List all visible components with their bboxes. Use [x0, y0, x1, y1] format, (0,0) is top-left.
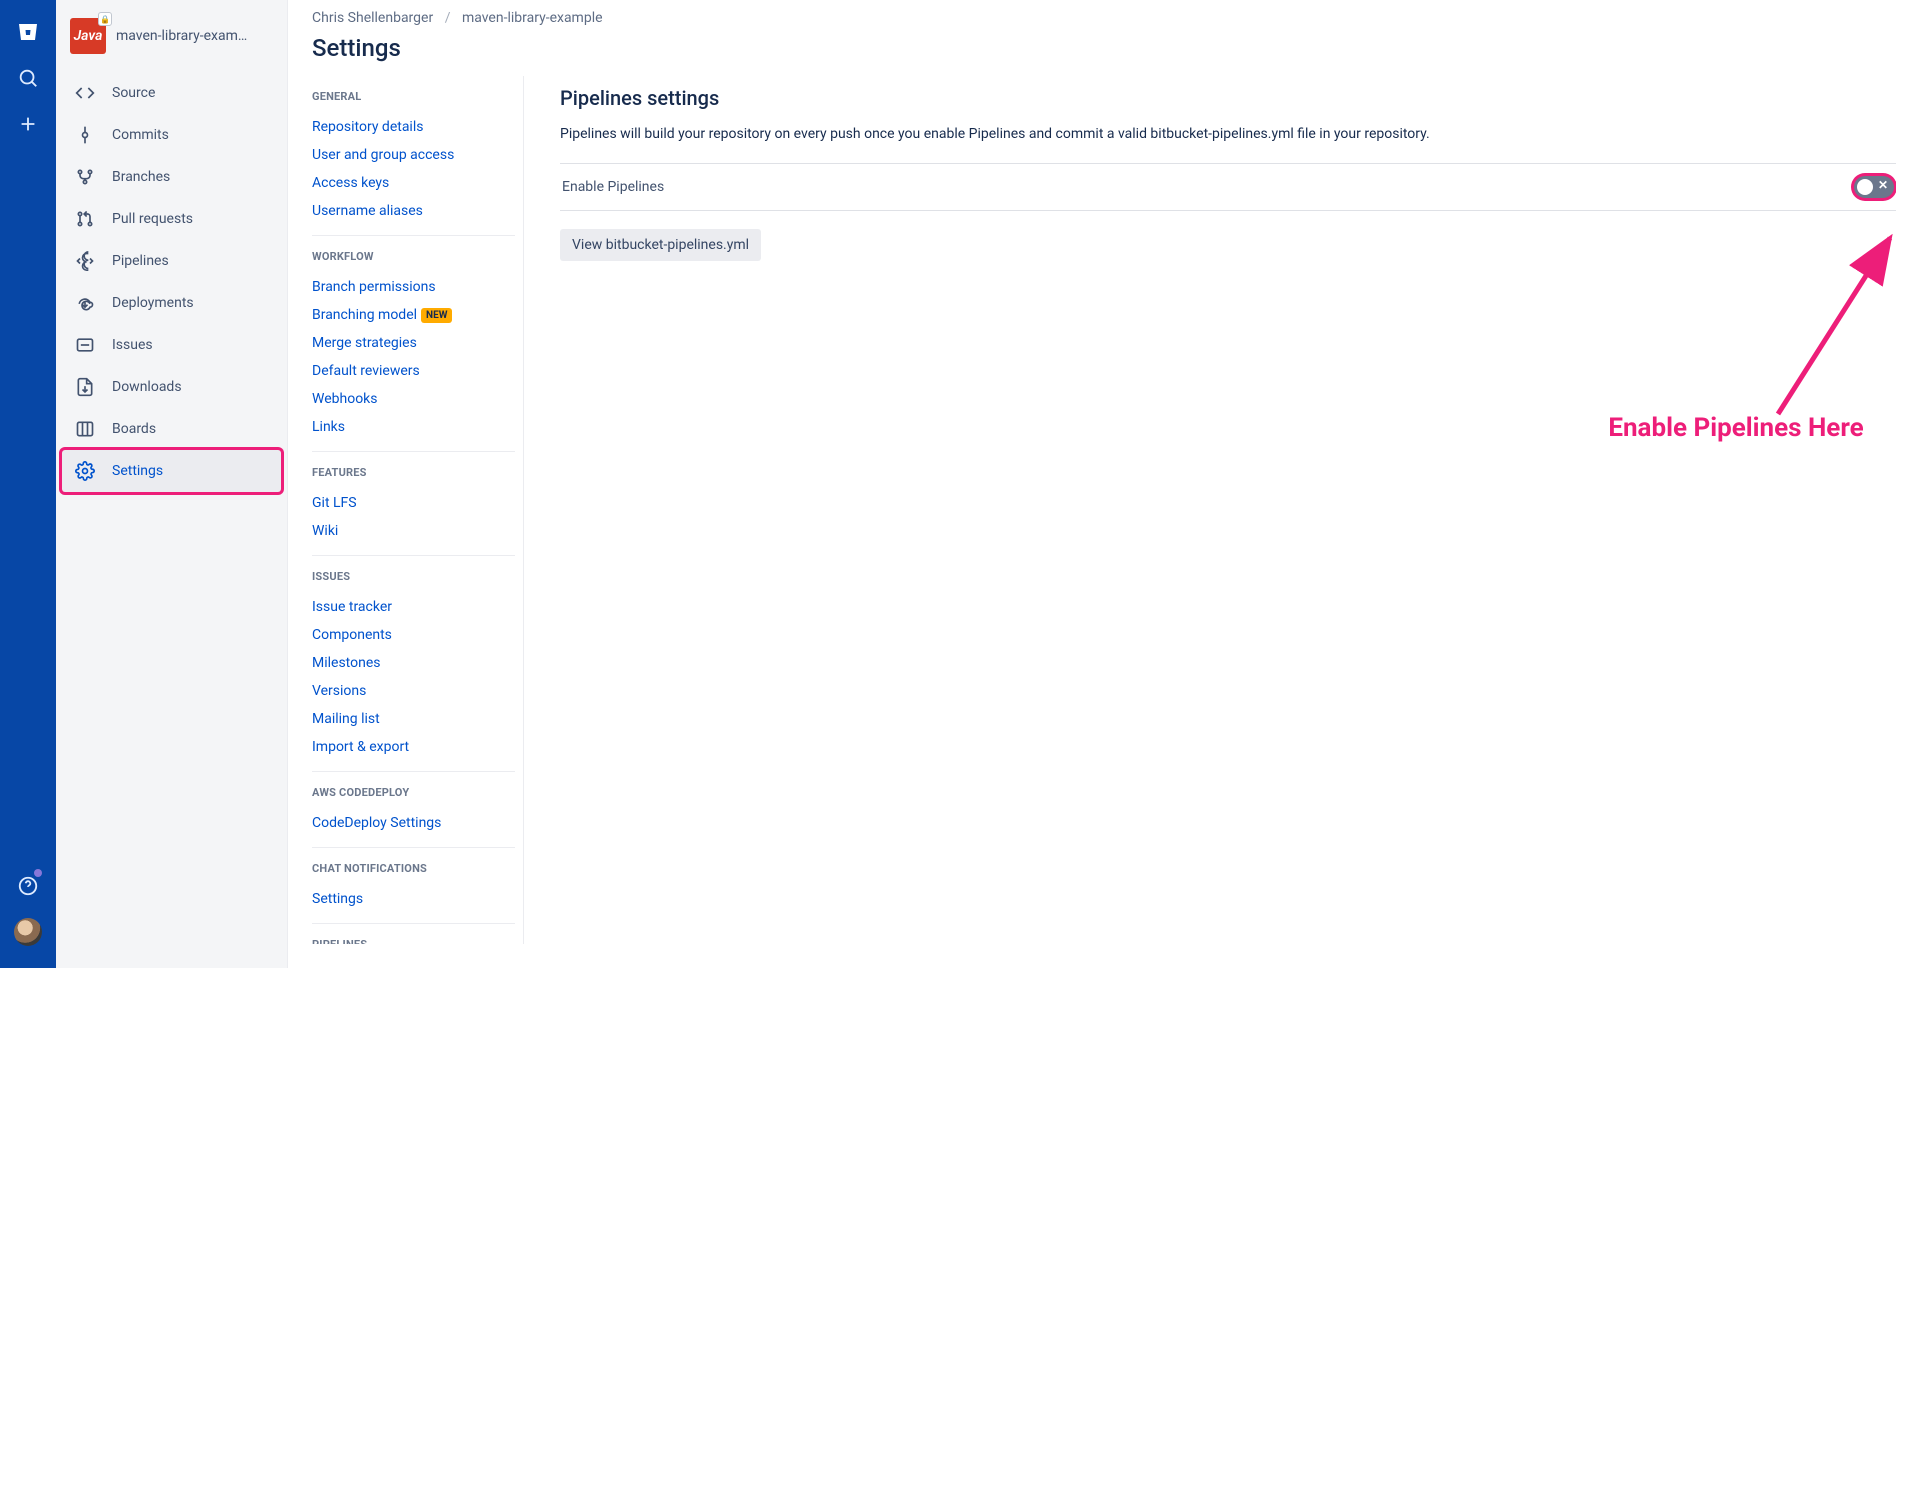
pipelines-icon: [74, 250, 96, 272]
content-heading: Pipelines settings: [560, 86, 1896, 110]
sidebar-item-label: Branches: [112, 169, 170, 185]
settings-link-branch-permissions[interactable]: Branch permissions: [312, 279, 436, 295]
toggle-off-x-icon: ✕: [1878, 178, 1888, 192]
search-icon[interactable]: [8, 58, 48, 98]
create-icon[interactable]: [8, 104, 48, 144]
boards-icon: [74, 418, 96, 440]
settings-link-wiki[interactable]: Wiki: [312, 523, 338, 539]
sidebar-item-downloads[interactable]: Downloads: [62, 366, 281, 408]
sidebar-item-label: Commits: [112, 127, 169, 143]
settings-section-pipelines: PIPELINES: [312, 938, 515, 944]
settings-link-branching-model[interactable]: Branching modelNEW: [312, 307, 452, 323]
new-badge: NEW: [421, 308, 452, 323]
sidebar-item-source[interactable]: Source: [62, 72, 281, 114]
repo-name: maven-library-exam…: [116, 28, 247, 44]
repo-logo: Java 🔒: [70, 18, 106, 54]
settings-link-chat-settings[interactable]: Settings: [312, 891, 363, 907]
commits-icon: [74, 124, 96, 146]
settings-link-codedeploy[interactable]: CodeDeploy Settings: [312, 815, 441, 831]
sidebar-item-label: Boards: [112, 421, 156, 437]
breadcrumb-owner[interactable]: Chris Shellenbarger: [312, 10, 433, 26]
sidebar-item-commits[interactable]: Commits: [62, 114, 281, 156]
sidebar-item-boards[interactable]: Boards: [62, 408, 281, 450]
sidebar-item-pullrequests[interactable]: Pull requests: [62, 198, 281, 240]
settings-link-access-keys[interactable]: Access keys: [312, 175, 389, 191]
downloads-icon: [74, 376, 96, 398]
settings-section-aws: AWS CODEDEPLOY: [312, 786, 515, 799]
settings-link-default-reviewers[interactable]: Default reviewers: [312, 363, 420, 379]
settings-link-import-export[interactable]: Import & export: [312, 739, 409, 755]
settings-link-links[interactable]: Links: [312, 419, 345, 435]
code-icon: [74, 82, 96, 104]
settings-section-chat: CHAT NOTIFICATIONS: [312, 862, 515, 875]
sidebar-item-settings[interactable]: Settings: [62, 450, 281, 492]
settings-link-mailing-list[interactable]: Mailing list: [312, 711, 380, 727]
settings-link-merge-strategies[interactable]: Merge strategies: [312, 335, 417, 351]
settings-link-components[interactable]: Components: [312, 627, 392, 643]
gear-icon: [74, 460, 96, 482]
sidebar-item-label: Downloads: [112, 379, 182, 395]
settings-link-user-group-access[interactable]: User and group access: [312, 147, 454, 163]
page-title: Settings: [312, 34, 1896, 62]
sidebar-item-label: Deployments: [112, 295, 194, 311]
bitbucket-logo-icon[interactable]: [8, 12, 48, 52]
help-icon[interactable]: [8, 866, 48, 906]
svg-text:Enable Pipelines Here: Enable Pipelines Here: [1608, 413, 1863, 443]
settings-link-milestones[interactable]: Milestones: [312, 655, 381, 671]
enable-pipelines-toggle[interactable]: ✕: [1854, 176, 1894, 198]
sidebar-item-branches[interactable]: Branches: [62, 156, 281, 198]
settings-section-features: FEATURES: [312, 466, 515, 479]
breadcrumb-repo[interactable]: maven-library-example: [462, 10, 603, 26]
settings-section-general: GENERAL: [312, 90, 515, 103]
lock-icon: 🔒: [98, 12, 112, 26]
settings-section-workflow: WORKFLOW: [312, 250, 515, 263]
sidebar-item-label: Settings: [112, 463, 163, 479]
sidebar-item-issues[interactable]: Issues: [62, 324, 281, 366]
settings-link-issue-tracker[interactable]: Issue tracker: [312, 599, 392, 615]
settings-link-repository-details[interactable]: Repository details: [312, 119, 423, 135]
breadcrumb: Chris Shellenbarger / maven-library-exam…: [312, 10, 1896, 34]
deployments-icon: [74, 292, 96, 314]
settings-link-versions[interactable]: Versions: [312, 683, 366, 699]
settings-link-webhooks[interactable]: Webhooks: [312, 391, 378, 407]
settings-link-git-lfs[interactable]: Git LFS: [312, 495, 357, 511]
sidebar-item-pipelines[interactable]: Pipelines: [62, 240, 281, 282]
view-yml-button[interactable]: View bitbucket-pipelines.yml: [560, 229, 761, 261]
sidebar-item-label: Pipelines: [112, 253, 169, 269]
settings-link-username-aliases[interactable]: Username aliases: [312, 203, 423, 219]
sidebar-item-label: Pull requests: [112, 211, 193, 227]
sidebar-item-label: Source: [112, 85, 155, 101]
user-avatar[interactable]: [8, 912, 48, 952]
sidebar-item-label: Issues: [112, 337, 153, 353]
content-description: Pipelines will build your repository on …: [560, 124, 1896, 145]
issues-icon: [74, 334, 96, 356]
settings-section-issues: ISSUES: [312, 570, 515, 583]
sidebar-item-deployments[interactable]: Deployments: [62, 282, 281, 324]
pullrequests-icon: [74, 208, 96, 230]
branches-icon: [74, 166, 96, 188]
enable-pipelines-label: Enable Pipelines: [562, 179, 664, 195]
